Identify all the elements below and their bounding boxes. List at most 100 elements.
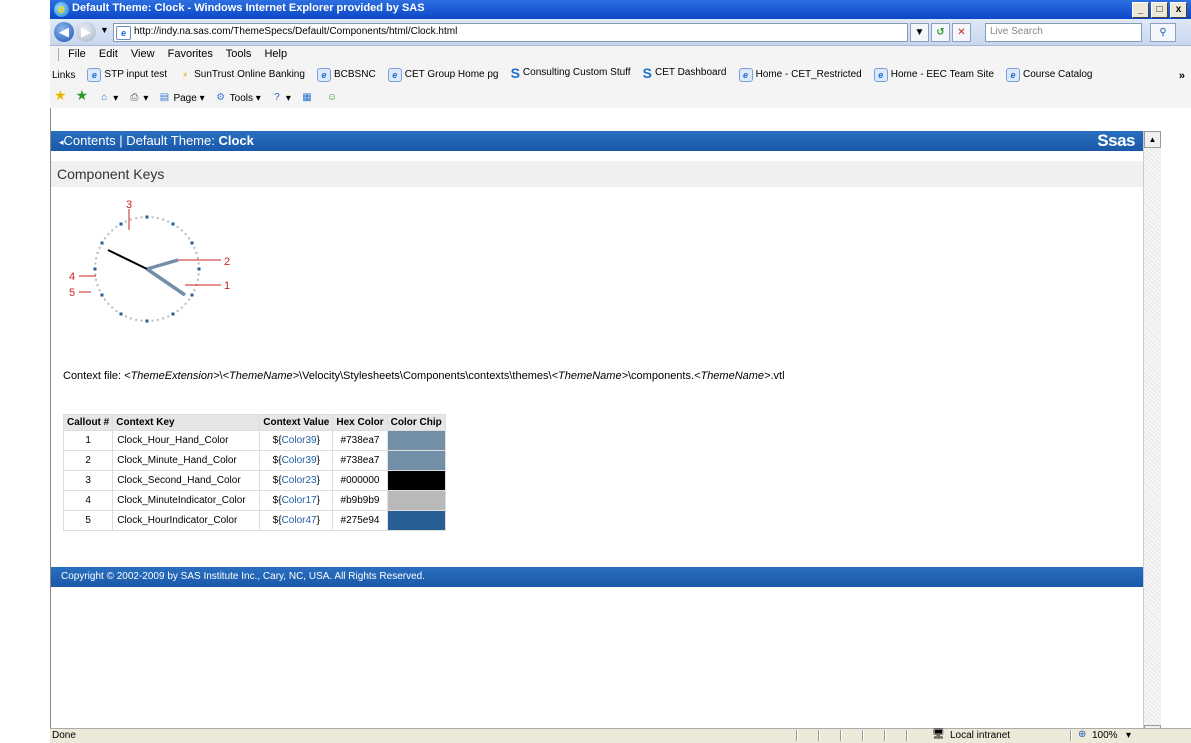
forward-button[interactable]: ▶ [76,22,96,42]
minute-indicator [151,216,154,219]
minimize-button[interactable]: _ [1132,2,1149,18]
link-item[interactable]: ⚡ SunTrust Online Banking [179,65,305,83]
context-key-cell: Clock_HourIndicator_Color [112,510,261,531]
color-variable-link[interactable]: Color39 [282,435,317,446]
color-variable-link[interactable]: Color17 [282,495,317,506]
gear-icon: ⚙ [216,92,226,103]
page-footer: Copyright © 2002-2009 by SAS Institute I… [51,567,1143,587]
minute-indicator [103,298,106,301]
breadcrumb: ◂Contents | Default Theme: Clock [59,133,254,148]
favorites-star-icon[interactable]: ★ [54,83,67,108]
ie-page-icon: e [738,68,753,82]
messenger-button[interactable]: ☺ [325,91,341,105]
tools-menu-button[interactable]: ⚙ Tools ▾ [214,86,261,111]
table-row: 5 Clock_HourIndicator_Color ${Color47} #275… [62,510,446,531]
add-favorites-icon[interactable]: ★ [76,83,89,108]
menu-help[interactable]: Help [264,48,287,60]
link-item[interactable]: S Consulting Custom Stuff [511,63,631,83]
context-file-path: Context file: <ThemeExtension>\<ThemeNam… [63,370,785,382]
zoom-level[interactable]: 100% [1092,730,1118,741]
zoom-icon[interactable]: ⊕ [1078,729,1086,740]
close-button[interactable]: x [1170,2,1187,18]
link-item[interactable]: e Course Catalog [1006,65,1093,83]
contents-link[interactable]: Contents [64,133,116,148]
callout-2-label: 2 [224,256,230,268]
callout-cell: 1 [62,430,114,451]
value-prefix: ${ [272,515,282,526]
hour-indicator [145,215,149,219]
minute-indicator [151,319,154,322]
minute-indicator [195,251,198,254]
color-variable-link[interactable]: Color47 [282,515,317,526]
stop-icon[interactable]: ✕ [952,23,971,42]
page-menu-button[interactable]: ▤ Page ▾ [157,86,205,111]
hour-indicator [93,267,97,271]
link-item[interactable]: e Home - EEC Team Site [873,65,994,83]
home-button[interactable]: ⌂ ▾ [97,86,118,111]
status-bar: Done 🖥 Local intranet ⊕ 100% ▾ [50,728,1191,743]
help-button[interactable]: ? ▾ [270,86,291,111]
context-value-cell: ${Color39} [259,450,334,471]
hour-hand [146,267,186,297]
search-input[interactable]: Live Search [985,23,1142,42]
print-button[interactable]: ⎙ ▾ [127,86,148,111]
col-callout: Callout # [62,414,114,431]
color-chip-cell [386,450,446,471]
breadcrumb-separator: | [119,133,123,148]
value-suffix: } [316,515,320,526]
research-button[interactable]: ▦ [300,91,316,105]
path-token: <ThemeExtension> [124,370,220,382]
address-dropdown-button[interactable]: ▼ [910,23,929,42]
home-icon: ⌂ [101,92,108,103]
color-variable-link[interactable]: Color23 [282,475,317,486]
address-url[interactable]: http://indy.na.sas.com/ThemeSpecs/Defaul… [134,26,457,37]
window-title-bar: e Default Theme: Clock - Windows Interne… [50,0,1191,19]
back-button[interactable]: ◀ [54,22,74,42]
recent-pages-dropdown[interactable]: ▼ [100,25,109,35]
second-hand [107,249,148,270]
zoom-dropdown-icon[interactable]: ▾ [1126,730,1131,741]
minute-indicator [96,284,99,287]
table-header-row: Callout # Context Key Context Value Hex … [62,414,446,431]
maximize-button[interactable]: □ [1151,2,1168,18]
menu-favorites[interactable]: Favorites [168,48,213,60]
minute-indicator [193,289,196,292]
value-prefix: ${ [272,455,282,466]
hour-indicator [119,312,123,316]
hour-indicator [171,222,175,226]
menu-edit[interactable]: Edit [99,48,118,60]
page-title-prefix: Default Theme: [126,133,215,148]
hour-indicator [190,293,194,297]
vertical-scrollbar[interactable]: ▲ ▼ [1143,131,1161,742]
link-item[interactable]: e CET Group Home pg [387,65,499,83]
minute-indicator [197,262,200,265]
links-more-chevron[interactable]: » [1179,66,1185,83]
menu-tools[interactable]: Tools [226,48,252,60]
copyright-text: Copyright © 2002-2009 by SAS Institute I… [61,571,426,582]
menu-file[interactable]: File [68,48,86,60]
value-prefix: ${ [272,475,282,486]
link-item[interactable]: e STP input test [87,65,167,83]
minute-indicator [140,319,143,322]
sas-s-icon: S [510,65,520,81]
status-panel [1070,730,1072,741]
link-item[interactable]: e Home - CET_Restricted [738,65,862,83]
search-icon[interactable]: ⚲ [1150,23,1176,42]
menu-grip [58,47,59,61]
minute-indicator [196,257,199,260]
intranet-icon: 🖥 [932,729,945,740]
link-item[interactable]: S CET Dashboard [643,63,727,83]
callout-cell: 3 [62,470,114,491]
menu-view[interactable]: View [131,48,155,60]
scroll-up-button[interactable]: ▲ [1144,131,1161,148]
minute-indicator [115,225,118,228]
context-value-cell: ${Color17} [259,490,334,511]
link-item[interactable]: e BCBSNC [317,65,376,83]
refresh-icon[interactable]: ↺ [931,23,950,42]
suntrust-icon: ⚡ [181,70,189,80]
color-variable-link[interactable]: Color39 [282,455,317,466]
address-bar[interactable]: e http://indy.na.sas.com/ThemeSpecs/Defa… [113,23,908,42]
hex-color-cell: #738ea7 [332,430,388,451]
page-title: Clock [218,133,254,148]
context-key-cell: Clock_Minute_Hand_Color [112,450,261,471]
